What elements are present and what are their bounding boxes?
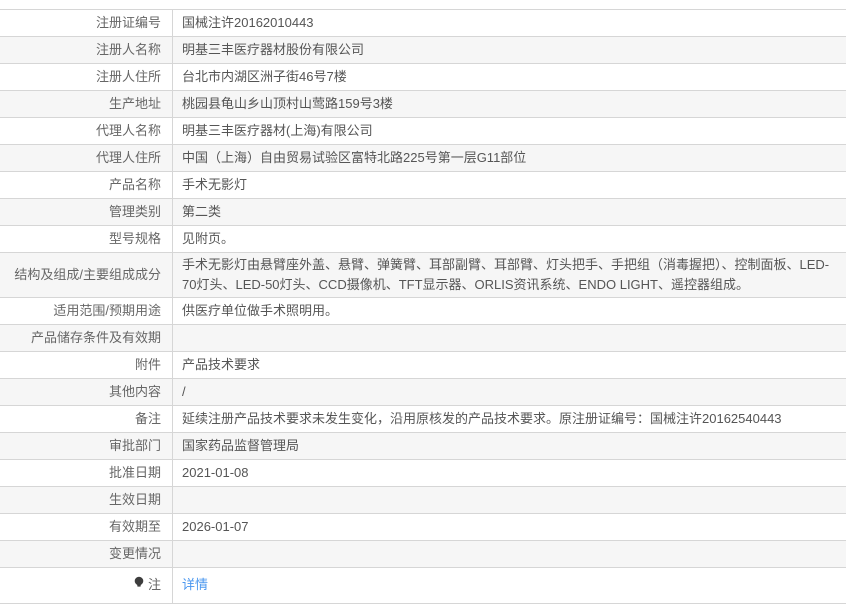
field-label: 适用范围/预期用途	[53, 303, 161, 318]
field-label: 代理人住所	[95, 150, 161, 165]
row-structure-composition: 结构及组成/主要组成成分 手术无影灯由悬臂座外盖、悬臂、弹簧臂、耳部副臂、耳部臂…	[0, 253, 846, 298]
field-value: 国械注许20162010443	[172, 10, 846, 36]
field-label: 管理类别	[108, 204, 161, 219]
row-attachment: 附件 产品技术要求	[0, 352, 846, 379]
bulb-icon	[133, 576, 145, 589]
row-registration-cert-number: 注册证编号 国械注许20162010443	[0, 10, 846, 37]
field-value	[172, 541, 846, 567]
field-value: 明基三丰医疗器材股份有限公司	[172, 37, 846, 63]
row-valid-until: 有效期至 2026-01-07	[0, 514, 846, 541]
row-change-status: 变更情况	[0, 541, 846, 568]
field-label: 生产地址	[108, 96, 161, 111]
field-value: 供医疗单位做手术照明用。	[172, 298, 846, 324]
field-value: 第二类	[172, 199, 846, 225]
field-label: 批准日期	[108, 465, 161, 480]
field-label: 注册人住所	[95, 69, 161, 84]
details-link[interactable]: 详情	[182, 575, 208, 595]
field-label: 生效日期	[108, 492, 161, 507]
row-note: 注 详情	[0, 568, 846, 604]
field-label: 代理人名称	[95, 123, 161, 138]
field-label: 注册人名称	[95, 42, 161, 57]
row-registrant-name: 注册人名称 明基三丰医疗器材股份有限公司	[0, 37, 846, 64]
field-value: 延续注册产品技术要求未发生变化，沿用原核发的产品技术要求。原注册证编号：国械注许…	[172, 406, 846, 432]
field-value: 见附页。	[172, 226, 846, 252]
row-other-content: 其他内容 /	[0, 379, 846, 406]
field-value: 2021-01-08	[172, 460, 846, 486]
note-label-text: 注	[147, 577, 161, 592]
field-value: 明基三丰医疗器材(上海)有限公司	[172, 118, 846, 144]
registration-info-table: 注册证编号 国械注许20162010443 注册人名称 明基三丰医疗器材股份有限…	[0, 9, 846, 604]
field-label: 产品储存条件及有效期	[30, 330, 161, 345]
row-product-name: 产品名称 手术无影灯	[0, 172, 846, 199]
field-label: 注册证编号	[95, 15, 161, 30]
row-application-scope: 适用范围/预期用途 供医疗单位做手术照明用。	[0, 298, 846, 325]
field-label: 结构及组成/主要组成成分	[14, 267, 161, 282]
row-effective-date: 生效日期	[0, 487, 846, 514]
field-label: 型号规格	[108, 231, 161, 246]
row-management-category: 管理类别 第二类	[0, 199, 846, 226]
field-value: 2026-01-07	[172, 514, 846, 540]
row-storage-conditions: 产品储存条件及有效期	[0, 325, 846, 352]
row-model-specification: 型号规格 见附页。	[0, 226, 846, 253]
row-approval-department: 审批部门 国家药品监督管理局	[0, 433, 846, 460]
field-label: 附件	[134, 357, 161, 372]
field-value: 中国（上海）自由贸易试验区富特北路225号第一层G11部位	[172, 145, 846, 171]
row-agent-name: 代理人名称 明基三丰医疗器材(上海)有限公司	[0, 118, 846, 145]
field-label: 产品名称	[108, 177, 161, 192]
row-registrant-address: 注册人住所 台北市内湖区洲子街46号7楼	[0, 64, 846, 91]
row-approval-date: 批准日期 2021-01-08	[0, 460, 846, 487]
row-production-address: 生产地址 桃园县龟山乡山顶村山莺路159号3楼	[0, 91, 846, 118]
field-value	[172, 487, 846, 513]
field-value: 桃园县龟山乡山顶村山莺路159号3楼	[172, 91, 846, 117]
field-label: 有效期至	[108, 519, 161, 534]
row-remarks: 备注 延续注册产品技术要求未发生变化，沿用原核发的产品技术要求。原注册证编号：国…	[0, 406, 846, 433]
field-value: 产品技术要求	[172, 352, 846, 378]
field-value: 手术无影灯由悬臂座外盖、悬臂、弹簧臂、耳部副臂、耳部臂、灯头把手、手把组（消毒握…	[172, 253, 846, 297]
field-label: 审批部门	[108, 438, 161, 453]
field-value: 国家药品监督管理局	[172, 433, 846, 459]
field-value: 详情	[172, 568, 846, 603]
field-value: 手术无影灯	[172, 172, 846, 198]
field-label: 变更情况	[108, 546, 161, 561]
field-label: 备注	[134, 411, 161, 426]
field-value: 台北市内湖区洲子街46号7楼	[172, 64, 846, 90]
field-label: 其他内容	[108, 384, 161, 399]
row-agent-address: 代理人住所 中国（上海）自由贸易试验区富特北路225号第一层G11部位	[0, 145, 846, 172]
field-value	[172, 325, 846, 351]
field-label: 注	[0, 568, 172, 603]
field-value: /	[172, 379, 846, 405]
